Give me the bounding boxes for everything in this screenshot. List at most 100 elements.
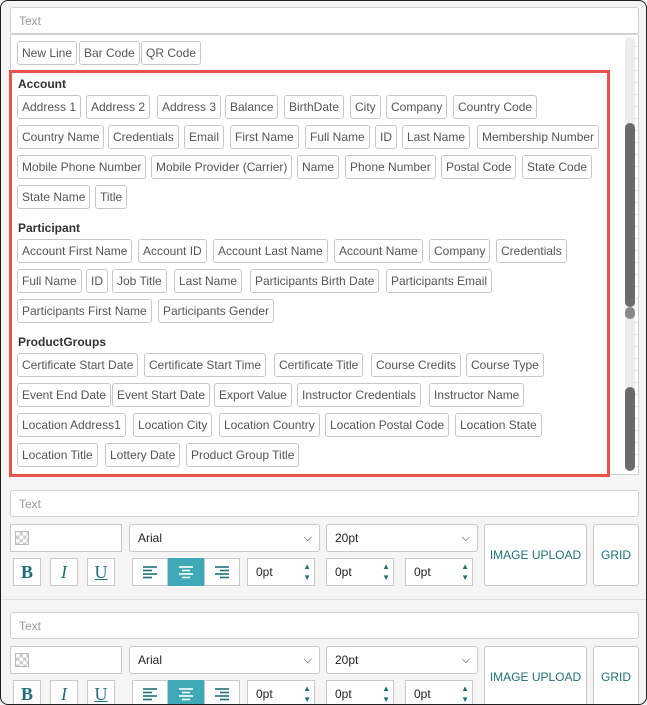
spacing-input-3[interactable]: 0pt ▲ ▼ — [405, 558, 473, 586]
spacing-input-1[interactable]: 0pt ▲ ▼ — [247, 680, 315, 704]
scrollbar-thumb[interactable] — [625, 123, 635, 307]
chip-field[interactable]: City — [350, 95, 381, 119]
image-upload-button[interactable]: IMAGE UPLOAD — [484, 524, 587, 586]
chip-field[interactable]: Address 2 — [86, 95, 151, 119]
chip-field[interactable]: Participants Email — [386, 269, 493, 293]
bold-button[interactable]: B — [13, 558, 41, 586]
chip-field[interactable]: ID — [86, 269, 108, 293]
scrollbar-thumb-bottom[interactable] — [625, 387, 635, 471]
chip-field[interactable]: Name — [297, 155, 340, 179]
align-left-button[interactable] — [132, 680, 168, 704]
chip-field[interactable]: Email — [184, 125, 225, 149]
chip-field[interactable]: Full Name — [17, 269, 82, 293]
chip-bar-code[interactable]: Bar Code — [79, 41, 140, 65]
chip-field[interactable]: Certificate Title — [274, 353, 364, 377]
spacing-input-1[interactable]: 0pt ▲ ▼ — [247, 558, 315, 586]
chip-field[interactable]: Account Last Name — [213, 239, 328, 263]
spacing-input-2[interactable]: 0pt ▲ ▼ — [326, 558, 394, 586]
chip-field[interactable]: Location City — [133, 413, 213, 437]
stepper-arrows-icon[interactable]: ▲ ▼ — [303, 561, 311, 583]
stepper-arrows-icon[interactable]: ▲ ▼ — [382, 683, 390, 704]
chip-field[interactable]: Instructor Name — [429, 383, 525, 407]
chip-field[interactable]: Location Address1 — [17, 413, 126, 437]
chip-field[interactable]: Participants Gender — [158, 299, 275, 323]
chip-field[interactable]: Full Name — [305, 125, 370, 149]
chip-field[interactable]: Instructor Credentials — [297, 383, 422, 407]
chip-field[interactable]: Last Name — [174, 269, 243, 293]
chip-qr-code[interactable]: QR Code — [141, 41, 202, 65]
chip-field[interactable]: Location Title — [17, 443, 98, 467]
chip-field[interactable]: Product Group Title — [186, 443, 300, 467]
chip-field[interactable]: BirthDate — [284, 95, 345, 119]
grid-button[interactable]: GRID — [593, 646, 639, 704]
font-select[interactable]: Arial ⌵ — [129, 646, 320, 674]
chip-field[interactable]: First Name — [230, 125, 299, 149]
chip-field[interactable]: Participants Birth Date — [250, 269, 380, 293]
stepper-arrows-icon[interactable]: ▲ ▼ — [461, 683, 469, 704]
chip-field[interactable]: Balance — [225, 95, 279, 119]
chip-field[interactable]: Company — [429, 239, 491, 263]
chip-field[interactable]: State Code — [522, 155, 593, 179]
chip-field[interactable]: Title — [95, 185, 128, 209]
align-center-button[interactable] — [168, 558, 204, 586]
chip-field[interactable]: Company — [386, 95, 448, 119]
chip-field[interactable]: Mobile Provider (Carrier) — [151, 155, 293, 179]
chip-field[interactable]: Country Name — [17, 125, 105, 149]
bold-button[interactable]: B — [13, 680, 41, 704]
spacing-input-3[interactable]: 0pt ▲ ▼ — [405, 680, 473, 704]
chip-field[interactable]: Event End Date — [17, 383, 112, 407]
stepper-arrows-icon[interactable]: ▲ ▼ — [382, 561, 390, 583]
underline-button[interactable]: U — [87, 680, 115, 704]
chip-field[interactable]: Lottery Date — [105, 443, 181, 467]
size-select[interactable]: 20pt ⌵ — [326, 646, 478, 674]
chip-field[interactable]: Mobile Phone Number — [17, 155, 147, 179]
chip-field[interactable]: Course Credits — [371, 353, 462, 377]
align-right-button[interactable] — [204, 680, 240, 704]
align-right-button[interactable] — [204, 558, 240, 586]
size-select[interactable]: 20pt ⌵ — [326, 524, 478, 552]
chip-field[interactable]: Location Country — [219, 413, 320, 437]
color-picker[interactable] — [10, 524, 122, 552]
font-select[interactable]: Arial ⌵ — [129, 524, 320, 552]
chip-field[interactable]: State Name — [17, 185, 91, 209]
chip-new-line[interactable]: New Line — [17, 41, 78, 65]
chip-field[interactable]: Location Postal Code — [325, 413, 450, 437]
chip-field[interactable]: Postal Code — [441, 155, 517, 179]
chip-field[interactable]: Participants First Name — [17, 299, 152, 323]
chip-field[interactable]: Address 3 — [157, 95, 222, 119]
underline-button[interactable]: U — [87, 558, 115, 586]
italic-button[interactable]: I — [50, 558, 78, 586]
color-picker[interactable] — [10, 646, 122, 674]
chip-field[interactable]: Account First Name — [17, 239, 133, 263]
stepper-arrows-icon[interactable]: ▲ ▼ — [303, 683, 311, 704]
align-center-button[interactable] — [168, 680, 204, 704]
italic-button[interactable]: I — [50, 680, 78, 704]
chip-field[interactable]: Credentials — [108, 125, 179, 149]
chip-field[interactable]: Certificate Start Date — [17, 353, 139, 377]
panel-scrollbar[interactable] — [625, 37, 635, 471]
image-upload-button[interactable]: IMAGE UPLOAD — [484, 646, 587, 704]
chip-field[interactable]: Membership Number — [477, 125, 600, 149]
chip-field[interactable]: ID — [375, 125, 397, 149]
chip-field[interactable]: Event Start Date — [112, 383, 211, 407]
spacing-input-2[interactable]: 0pt ▲ ▼ — [326, 680, 394, 704]
chip-field[interactable]: Export Value — [214, 383, 292, 407]
chip-field[interactable]: Phone Number — [345, 155, 436, 179]
chip-field[interactable]: Course Type — [466, 353, 544, 377]
text-input[interactable]: Text — [10, 7, 639, 34]
grid-button[interactable]: GRID — [593, 524, 639, 586]
chip-field[interactable]: Account ID — [138, 239, 207, 263]
stepper-arrows-icon[interactable]: ▲ ▼ — [461, 561, 469, 583]
scrollbar-thumb-lower[interactable] — [625, 307, 635, 319]
chip-field[interactable]: Country Code — [453, 95, 538, 119]
chip-field[interactable]: Last Name — [402, 125, 471, 149]
align-left-button[interactable] — [132, 558, 168, 586]
editor-text-input[interactable]: Text — [10, 612, 639, 639]
chip-field[interactable]: Account Name — [334, 239, 423, 263]
chip-field[interactable]: Certificate Start Time — [144, 353, 267, 377]
editor-text-input[interactable]: Text — [10, 490, 639, 517]
chip-field[interactable]: Address 1 — [17, 95, 82, 119]
chip-field[interactable]: Job Title — [112, 269, 167, 293]
chip-field[interactable]: Credentials — [496, 239, 567, 263]
chip-field[interactable]: Location State — [455, 413, 542, 437]
